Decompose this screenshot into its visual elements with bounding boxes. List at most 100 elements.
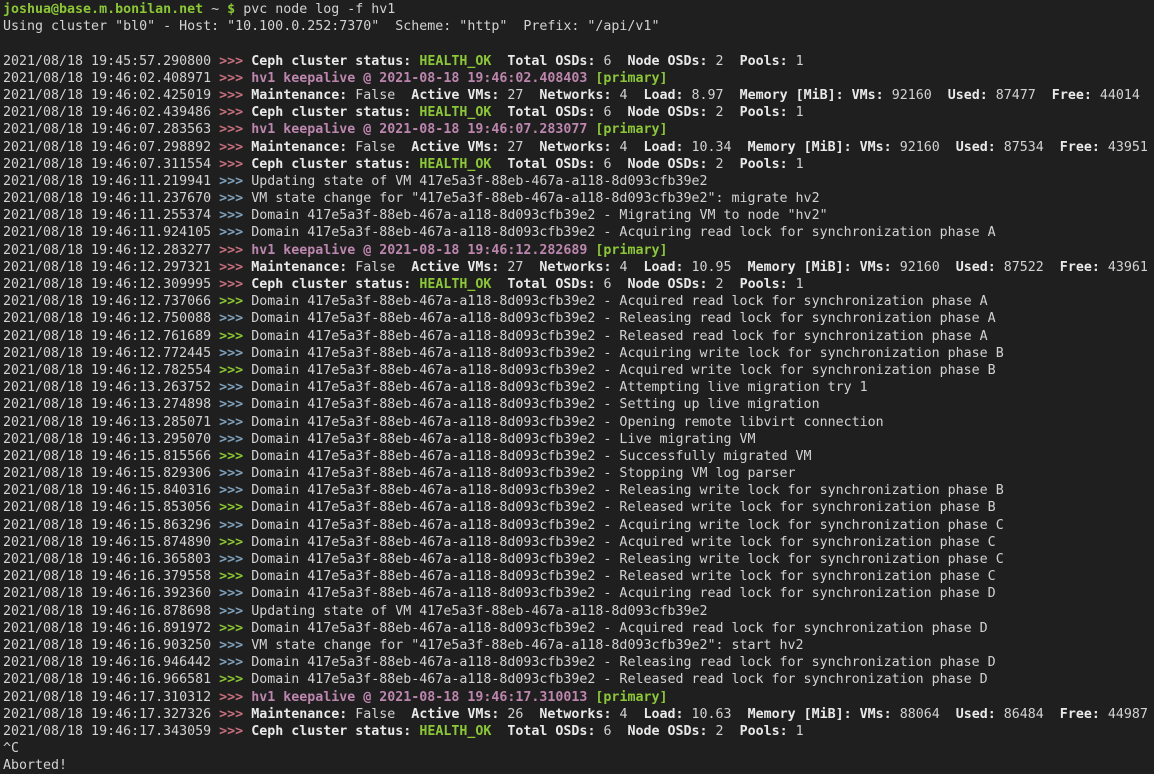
log-segment: Domain 417e5a3f-88eb-467a-a118-8d093cfb3…	[251, 294, 988, 309]
log-line: 2021/08/18 19:46:17.343059 >>> Ceph clus…	[3, 723, 1154, 740]
log-arrow-icon: >>>	[219, 311, 251, 326]
log-line: 2021/08/18 19:46:17.327326 >>> Maintenan…	[3, 706, 1154, 723]
log-segment: Pools:	[724, 157, 796, 172]
log-arrow-icon: >>>	[219, 174, 251, 189]
log-segment: 43951	[1108, 140, 1148, 155]
log-timestamp: 2021/08/18 19:46:16.966581	[3, 672, 219, 687]
log-line: 2021/08/18 19:46:17.310312 >>> hv1 keepa…	[3, 689, 1154, 706]
log-line: 2021/08/18 19:46:16.365803 >>> Domain 41…	[3, 551, 1154, 568]
log-line: 2021/08/18 19:46:15.874890 >>> Domain 41…	[3, 534, 1154, 551]
log-line: 2021/08/18 19:46:16.946442 >>> Domain 41…	[3, 654, 1154, 671]
log-segment: Load:	[627, 88, 691, 103]
log-segment: Networks:	[523, 260, 619, 275]
log-segment: Domain 417e5a3f-88eb-467a-a118-8d093cfb3…	[251, 466, 795, 481]
log-arrow-icon: >>>	[219, 294, 251, 309]
log-segment: Domain 417e5a3f-88eb-467a-a118-8d093cfb3…	[251, 621, 988, 636]
log-timestamp: 2021/08/18 19:46:12.283277	[3, 243, 219, 258]
log-segment: 87534	[1004, 140, 1044, 155]
log-arrow-icon: >>>	[219, 707, 251, 722]
log-segment: False	[355, 707, 395, 722]
log-timestamp: 2021/08/18 19:46:02.408971	[3, 71, 219, 86]
log-segment: Pools:	[724, 277, 796, 292]
log-segment: Total OSDs:	[491, 277, 603, 292]
log-segment: 92160	[900, 260, 940, 275]
log-arrow-icon: >>>	[219, 397, 251, 412]
log-segment: Domain 417e5a3f-88eb-467a-a118-8d093cfb3…	[251, 449, 811, 464]
log-line: 2021/08/18 19:46:12.750088 >>> Domain 41…	[3, 310, 1154, 327]
log-line: 2021/08/18 19:46:15.863296 >>> Domain 41…	[3, 517, 1154, 534]
log-segment: Total OSDs:	[491, 724, 603, 739]
log-segment: 87522	[1004, 260, 1044, 275]
prompt-user-host: joshua@base.m.bonilan.net	[3, 2, 203, 17]
log-segment: Domain 417e5a3f-88eb-467a-a118-8d093cfb3…	[251, 311, 996, 326]
terminal-window[interactable]: joshua@base.m.bonilan.net ~ $ pvc node l…	[0, 0, 1154, 774]
log-arrow-icon: >>>	[219, 586, 251, 601]
log-line: 2021/08/18 19:46:07.298892 >>> Maintenan…	[3, 139, 1154, 156]
log-segment: Ceph cluster status:	[251, 105, 419, 120]
log-arrow-icon: >>>	[219, 157, 251, 172]
log-segment: VM state change for "417e5a3f-88eb-467a-…	[251, 638, 803, 653]
log-segment: 27	[507, 260, 523, 275]
log-segment: Domain 417e5a3f-88eb-467a-a118-8d093cfb3…	[251, 672, 988, 687]
log-line: 2021/08/18 19:46:02.425019 >>> Maintenan…	[3, 87, 1154, 104]
log-line: 2021/08/18 19:46:12.782554 >>> Domain 41…	[3, 362, 1154, 379]
log-segment: Domain 417e5a3f-88eb-467a-a118-8d093cfb3…	[251, 397, 819, 412]
log-timestamp: 2021/08/18 19:46:13.263752	[3, 380, 219, 395]
log-segment: 2	[716, 54, 724, 69]
log-line: 2021/08/18 19:46:16.379558 >>> Domain 41…	[3, 568, 1154, 585]
log-timestamp: 2021/08/18 19:46:16.946442	[3, 655, 219, 670]
log-timestamp: 2021/08/18 19:46:15.840316	[3, 483, 219, 498]
log-segment: Networks:	[523, 140, 619, 155]
log-segment: Networks:	[523, 88, 619, 103]
log-segment: Updating state of VM 417e5a3f-88eb-467a-…	[251, 604, 707, 619]
log-timestamp: 2021/08/18 19:46:07.283563	[3, 122, 219, 137]
log-timestamp: 2021/08/18 19:46:16.891972	[3, 621, 219, 636]
log-timestamp: 2021/08/18 19:46:15.829306	[3, 466, 219, 481]
log-timestamp: 2021/08/18 19:46:17.327326	[3, 707, 219, 722]
log-arrow-icon: >>>	[219, 449, 251, 464]
log-timestamp: 2021/08/18 19:46:17.310312	[3, 690, 219, 705]
log-arrow-icon: >>>	[219, 638, 251, 653]
log-segment: Used:	[940, 140, 1004, 155]
interrupt-text: ^C	[3, 741, 19, 756]
log-arrow-icon: >>>	[219, 535, 251, 550]
log-segment: Ceph cluster status:	[251, 724, 419, 739]
log-segment: 87477	[996, 88, 1036, 103]
log-segment: Domain 417e5a3f-88eb-467a-a118-8d093cfb3…	[251, 586, 996, 601]
log-line: 2021/08/18 19:46:15.840316 >>> Domain 41…	[3, 482, 1154, 499]
aborted-text: Aborted!	[3, 758, 67, 773]
log-arrow-icon: >>>	[219, 621, 251, 636]
log-segment: Used:	[940, 260, 1004, 275]
log-segment: 2	[716, 157, 724, 172]
log-timestamp: 2021/08/18 19:46:12.761689	[3, 329, 219, 344]
log-line: 2021/08/18 19:46:12.772445 >>> Domain 41…	[3, 345, 1154, 362]
log-segment: Free:	[1036, 88, 1100, 103]
log-segment: Domain 417e5a3f-88eb-467a-a118-8d093cfb3…	[251, 363, 996, 378]
log-segment: 92160	[892, 88, 932, 103]
log-timestamp: 2021/08/18 19:46:16.392360	[3, 586, 219, 601]
log-segment: 26	[507, 707, 523, 722]
log-timestamp: 2021/08/18 19:46:11.924105	[3, 225, 219, 240]
log-segment: Domain 417e5a3f-88eb-467a-a118-8d093cfb3…	[251, 500, 996, 515]
log-arrow-icon: >>>	[219, 363, 251, 378]
log-segment: HEALTH_OK	[419, 157, 491, 172]
log-line: 2021/08/18 19:46:13.285071 >>> Domain 41…	[3, 414, 1154, 431]
log-line: 2021/08/18 19:46:12.737066 >>> Domain 41…	[3, 293, 1154, 310]
log-segment: [primary]	[595, 243, 667, 258]
log-timestamp: 2021/08/18 19:46:13.285071	[3, 415, 219, 430]
log-line: 2021/08/18 19:46:12.297321 >>> Maintenan…	[3, 259, 1154, 276]
log-timestamp: 2021/08/18 19:46:11.255374	[3, 208, 219, 223]
log-segment: Total OSDs:	[491, 105, 603, 120]
log-line: 2021/08/18 19:46:02.408971 >>> hv1 keepa…	[3, 70, 1154, 87]
log-segment: 8.97	[692, 88, 724, 103]
log-segment: Domain 417e5a3f-88eb-467a-a118-8d093cfb3…	[251, 483, 1004, 498]
log-arrow-icon: >>>	[219, 208, 251, 223]
log-line: 2021/08/18 19:46:16.392360 >>> Domain 41…	[3, 585, 1154, 602]
log-timestamp: 2021/08/18 19:46:12.782554	[3, 363, 219, 378]
log-segment: 1	[796, 54, 804, 69]
log-arrow-icon: >>>	[219, 277, 251, 292]
log-timestamp: 2021/08/18 19:46:11.237670	[3, 191, 219, 206]
log-segment: Node OSDs:	[611, 157, 715, 172]
log-line: 2021/08/18 19:46:11.219941 >>> Updating …	[3, 173, 1154, 190]
log-segment: False	[355, 260, 395, 275]
